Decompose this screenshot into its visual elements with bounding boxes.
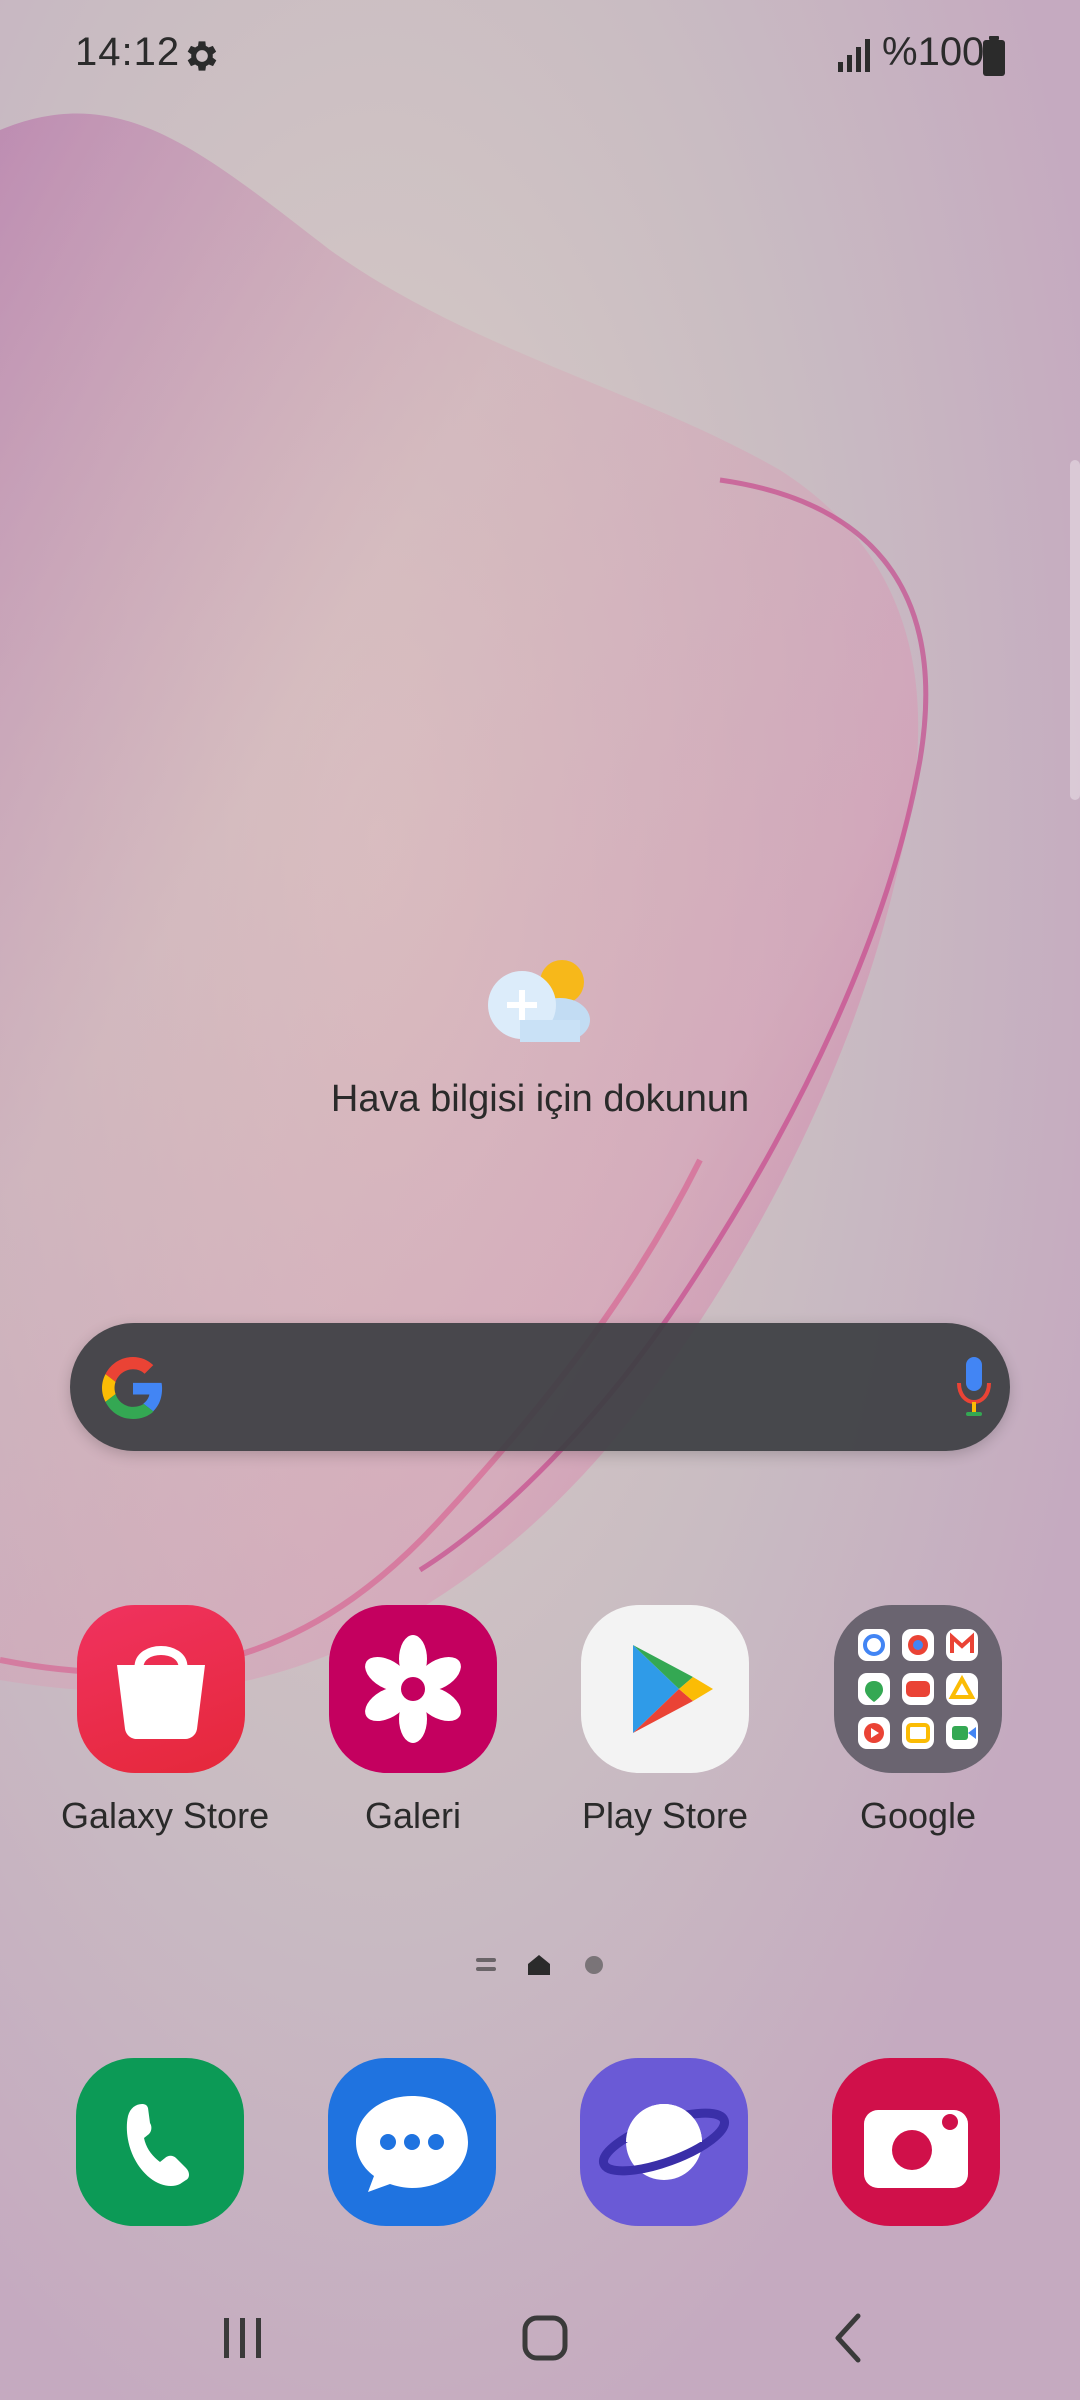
weather-prompt: Hava bilgisi için dokunun [330, 1078, 750, 1120]
google-search-bar[interactable] [70, 1323, 1010, 1451]
app-galaxy-store[interactable]: Galaxy Store [61, 1605, 270, 1837]
page-indicator[interactable] [0, 1950, 1080, 1980]
battery-percentage: %100 [882, 30, 985, 74]
wallpaper [0, 0, 1080, 2400]
internet-planet-icon [580, 2058, 748, 2226]
battery-icon [983, 36, 1005, 76]
app-label: Galaxy Store [61, 1795, 270, 1836]
settings-gear-icon [187, 41, 217, 71]
page-dot [585, 1956, 603, 1974]
dock-app-messages[interactable] [312, 2058, 512, 2226]
home-page-indicator-icon [528, 1955, 550, 1975]
camera-icon [832, 2058, 1000, 2226]
app-galeri[interactable]: Galeri [313, 1605, 513, 1837]
app-google-folder[interactable]: Google [818, 1605, 1018, 1837]
microphone-icon[interactable] [954, 1357, 994, 1419]
app-label: Play Store [581, 1795, 749, 1836]
signal-strength-icon [838, 39, 870, 72]
app-play-store[interactable]: Play Store [565, 1605, 765, 1837]
dock-app-phone[interactable] [60, 2058, 260, 2226]
flower-icon [329, 1605, 497, 1773]
status-time: 14:12 [75, 30, 181, 74]
google-g-icon [102, 1357, 163, 1419]
weather-add-icon [488, 960, 590, 1042]
back-button[interactable] [835, 2313, 861, 2363]
navigation-bar [224, 2313, 861, 2363]
messages-icon [328, 2058, 496, 2226]
home-button[interactable] [522, 2315, 568, 2361]
shopping-bag-icon [77, 1605, 245, 1773]
dock-app-internet[interactable] [564, 2058, 764, 2226]
dock-app-camera[interactable] [816, 2058, 1016, 2226]
app-label: Google [859, 1795, 977, 1836]
status-bar: 14:12 %100 [0, 0, 1080, 110]
recent-apps-button[interactable] [224, 2318, 261, 2358]
play-triangle-icon [581, 1605, 749, 1773]
list-page-indicator-icon [476, 1958, 496, 1971]
phone-icon [76, 2058, 244, 2226]
google-folder-icon [834, 1605, 1002, 1773]
app-label: Galeri [364, 1795, 462, 1836]
